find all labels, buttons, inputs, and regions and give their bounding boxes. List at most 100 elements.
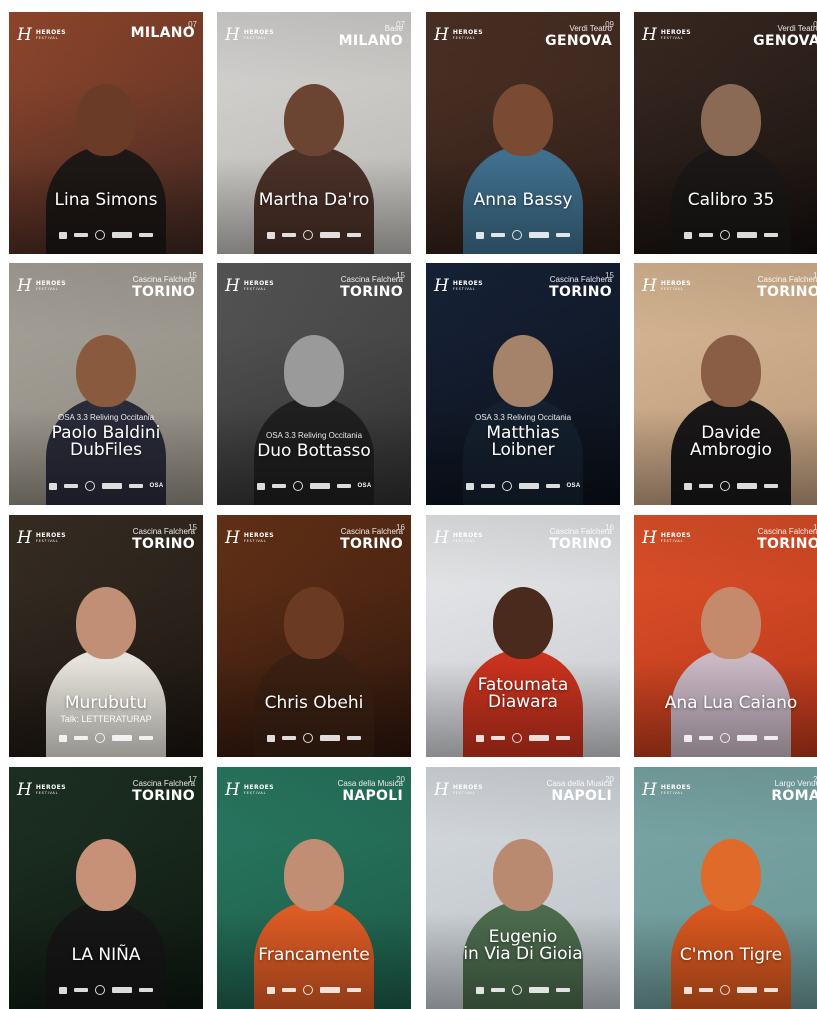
poster-card[interactable]: H HEROES FESTIVAL Verdi Teatro 09 GENOVA Anna … — [426, 12, 620, 254]
sponsor-logo-icon — [320, 987, 340, 993]
logo-wordmark: HEROES FESTIVAL — [453, 533, 483, 544]
logo-tagline: FESTIVAL — [35, 36, 59, 41]
festival-logo: H HEROES FESTIVAL — [642, 278, 691, 295]
logo-mark-icon: H — [225, 25, 240, 45]
logo-tagline: FESTIVAL — [452, 287, 476, 292]
sponsor-logo-icon — [512, 985, 522, 995]
event-day: 16 — [396, 523, 405, 532]
venue-info: Verdi Teatro09 GENOVA — [545, 21, 614, 49]
venue-info: Cascina Falchera17 TORINO — [132, 776, 197, 804]
sponsor-logo-icon — [529, 735, 549, 741]
sponsor-logo-icon — [764, 484, 778, 488]
sponsor-logo-icon — [112, 987, 132, 993]
artist-name-line: Ana Lua Caiano — [664, 693, 798, 713]
sponsor-logo-icon — [764, 233, 778, 237]
logo-mark-icon: H — [642, 276, 657, 296]
sponsor-logo-icon — [684, 734, 692, 742]
logo-mark-icon: H — [225, 276, 240, 296]
artist-name: Ana Lua Caiano — [638, 695, 817, 712]
event-day: 20 — [605, 775, 614, 784]
poster-card[interactable]: H HEROES FESTIVAL Cascina Falchera 16 TORINO F… — [426, 515, 620, 757]
venue-city: TORINO — [549, 284, 612, 300]
event-day: 17 — [188, 775, 197, 784]
sponsor-logo-icon — [59, 734, 67, 742]
poster-card[interactable]: H HEROES FESTIVAL Casa della Musica 20 NAPOLI… — [217, 767, 411, 1009]
logo-tagline: FESTIVAL — [243, 539, 267, 544]
poster-card[interactable]: H HEROES FESTIVAL Cascina Falchera 17 TORINO L… — [9, 767, 203, 1009]
venue-city: TORINO — [132, 788, 195, 804]
logo-wordmark: HEROES FESTIVAL — [36, 30, 66, 41]
sponsor-logo-icon — [491, 233, 505, 237]
sponsor-logo-icon — [128, 484, 143, 488]
sponsor-logos — [634, 733, 817, 743]
sponsor-logo-icon — [292, 481, 303, 491]
poster-card[interactable]: H HEROES FESTIVAL Cascina Falchera 15 TORINO O… — [426, 263, 620, 505]
logo-tagline: FESTIVAL — [35, 791, 59, 796]
venue-place: Cascina Falchera — [132, 779, 195, 788]
venue-city: TORINO — [132, 536, 195, 552]
sponsor-logo-icon — [112, 735, 132, 741]
poster-card[interactable]: H HEROES FESTIVAL Cascina Falchera 16 TORINO C… — [217, 515, 411, 757]
logo-name: HEROES — [35, 784, 67, 792]
sponsor-logo-icon — [139, 988, 153, 992]
venue-info: Casa della Musica 20 NAPOLI — [338, 776, 405, 804]
venue-place: Cascina Falchera — [549, 275, 612, 284]
festival-logo: H HEROES FESTIVAL — [225, 530, 274, 547]
poster-card[interactable]: H HEROES FESTIVAL Cascina Falchera 15 TORINO O… — [217, 263, 411, 505]
sponsor-logo-icon — [139, 233, 153, 237]
poster-card[interactable]: H HEROES FESTIVAL 07 MILANO Lina Simons — [9, 12, 203, 254]
artist-name: Eugenio in Via Di Gioia — [430, 929, 616, 963]
venue-info: Cascina Falchera15 TORINO — [132, 524, 197, 552]
poster-card[interactable]: H HEROES FESTIVAL Cascina Falchera 15 TORINO M… — [9, 515, 203, 757]
series-badge: OSA — [566, 483, 581, 489]
sponsor-logo-icon — [59, 986, 67, 994]
poster-card[interactable]: HHEROESFESTIVALVerdi Teatro09GENOVACalib… — [634, 12, 817, 254]
sponsor-logos — [634, 985, 817, 995]
logo-mark-icon: H — [17, 276, 32, 296]
venue-info: Verdi Teatro09 GENOVA — [753, 21, 817, 49]
logo-mark-icon: H — [642, 25, 657, 45]
logo-name: HEROES — [660, 280, 692, 288]
sponsor-logo-icon — [512, 733, 522, 743]
poster-card[interactable]: HHEROESFESTIVALCascina Falchera15TORINOD… — [634, 263, 817, 505]
logo-tagline: FESTIVAL — [452, 539, 476, 544]
artist-name: Lina Simons — [13, 192, 199, 209]
festival-logo: H HEROES FESTIVAL — [225, 27, 274, 44]
logo-wordmark: HEROES FESTIVAL — [453, 30, 483, 41]
poster-card[interactable]: HHEROESFESTIVALLargo Venue21ROMAC'mon Ti… — [634, 767, 817, 1009]
sponsor-logo-icon — [529, 987, 549, 993]
logo-mark-icon: H — [434, 276, 449, 296]
sponsor-logo-icon — [282, 736, 296, 740]
sponsor-logo-icon — [737, 987, 757, 993]
sponsor-logo-icon — [764, 988, 778, 992]
sponsor-logos — [426, 733, 620, 743]
venue-place: Casa della Musica — [546, 779, 612, 788]
poster-card[interactable]: H HEROES FESTIVAL Cascina Falchera 15 TORINO O… — [9, 263, 203, 505]
event-day: 17 — [813, 523, 817, 532]
artist-name-line: Loibner — [491, 440, 555, 460]
sponsor-logos — [426, 230, 620, 240]
venue-city: TORINO — [132, 284, 195, 300]
event-subtitle: Talk: LETTERATURAP — [60, 714, 152, 724]
venue-place: Verdi Teatro — [569, 24, 612, 33]
sponsor-logo-icon — [139, 736, 153, 740]
poster-card[interactable]: H HEROES FESTIVAL Base 07 MILANO Martha Da'ro — [217, 12, 411, 254]
sponsor-logo-icon — [303, 230, 313, 240]
event-day: 15 — [188, 523, 197, 532]
venue-place: Cascina Falchera — [132, 275, 195, 284]
artist-name: Francamente — [221, 947, 407, 964]
sponsor-logo-icon — [282, 988, 296, 992]
venue-city: GENOVA — [545, 33, 612, 49]
artist-name: Davide Ambrogio — [638, 425, 817, 459]
sponsor-logo-icon — [684, 986, 692, 994]
logo-wordmark: HEROES FESTIVAL — [661, 281, 691, 292]
poster-card[interactable]: H HEROES FESTIVAL Casa della Musica 20 NAPOLI… — [426, 767, 620, 1009]
event-day: 07 — [396, 20, 405, 29]
sponsor-logo-icon — [320, 735, 340, 741]
event-day: 15 — [605, 271, 614, 280]
poster-card[interactable]: HHEROESFESTIVALCascina Falchera17TORINOA… — [634, 515, 817, 757]
artist-name: Chris Obehi — [221, 695, 407, 712]
sponsor-logo-icon — [545, 484, 560, 488]
artist-name-line: Duo Bottasso — [257, 441, 371, 461]
logo-tagline: FESTIVAL — [660, 791, 684, 796]
